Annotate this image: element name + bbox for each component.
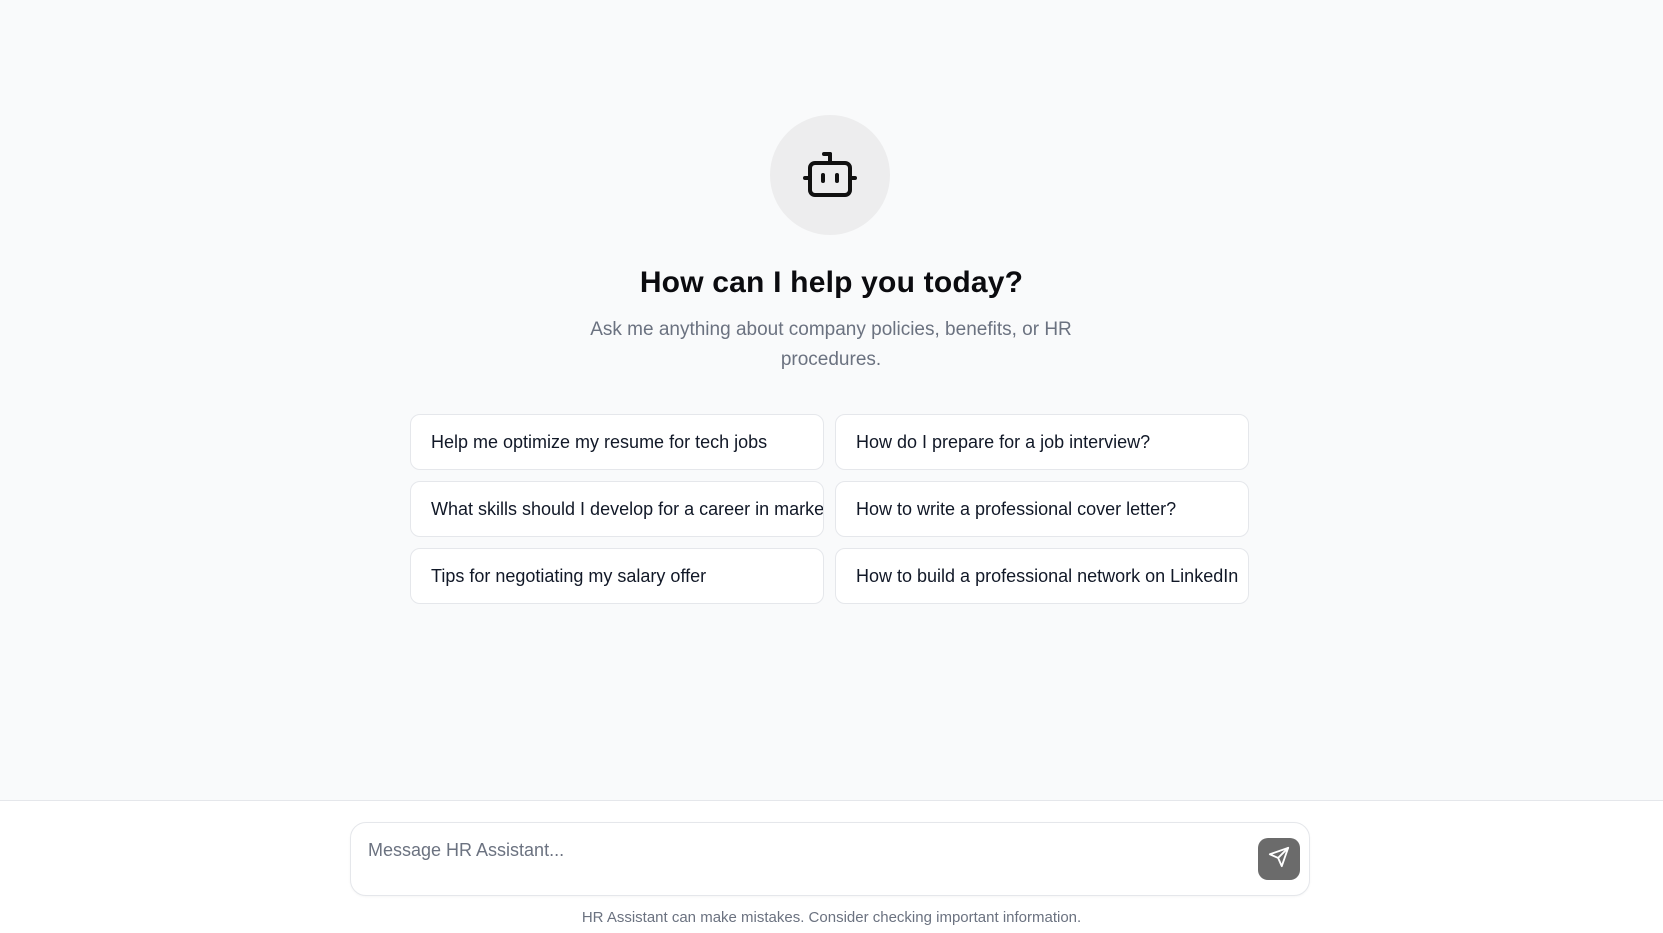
chat-app: How can I help you today? Ask me anythin…	[0, 0, 1663, 933]
suggestion-card[interactable]: How to build a professional network on L…	[835, 548, 1249, 604]
bot-icon	[802, 150, 858, 200]
suggestion-grid: Help me optimize my resume for tech jobs…	[410, 414, 1250, 604]
page-title: How can I help you today?	[639, 266, 1024, 299]
chat-empty-state: How can I help you today? Ask me anythin…	[0, 0, 1663, 800]
page-subtitle: Ask me anything about company policies, …	[590, 319, 1072, 370]
suggestion-card[interactable]: How do I prepare for a job interview?	[835, 414, 1249, 470]
send-icon	[1268, 846, 1290, 873]
assistant-avatar	[770, 115, 890, 235]
composer-footer: HR Assistant can make mistakes. Consider…	[0, 801, 1663, 933]
suggestion-card[interactable]: Tips for negotiating my salary offer	[410, 548, 824, 604]
suggestion-card[interactable]: What skills should I develop for a caree…	[410, 481, 824, 537]
disclaimer-text: HR Assistant can make mistakes. Consider…	[581, 909, 1082, 926]
suggestion-card[interactable]: How to write a professional cover letter…	[835, 481, 1249, 537]
message-input[interactable]	[366, 835, 1220, 865]
send-button[interactable]	[1258, 838, 1300, 880]
message-composer	[350, 822, 1310, 896]
suggestion-card[interactable]: Help me optimize my resume for tech jobs	[410, 414, 824, 470]
